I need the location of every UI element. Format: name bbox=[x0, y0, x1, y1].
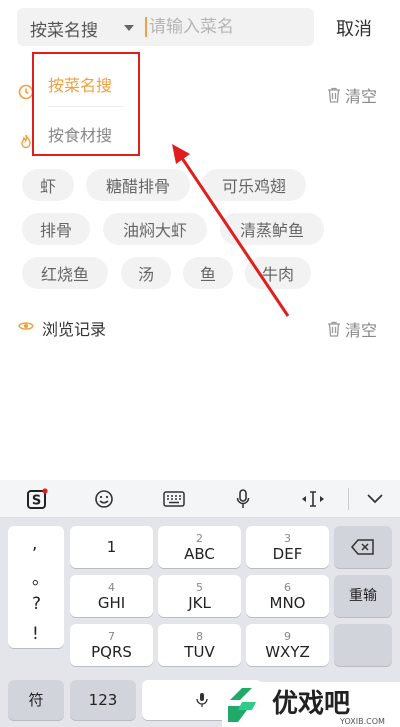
hot-tag[interactable]: 油焖大虾 bbox=[103, 213, 207, 245]
watermark-logo: 优戏吧 YOXIB.COM bbox=[222, 682, 400, 727]
dropdown-item-ingredient[interactable]: 按食材搜 bbox=[48, 122, 112, 146]
reenter-button[interactable]: 重输 bbox=[334, 575, 392, 617]
punctuation-column[interactable]: , 。 ? ! bbox=[8, 526, 64, 648]
hot-tag[interactable]: 鱼 bbox=[183, 257, 233, 289]
key-label: WXYZ bbox=[265, 642, 310, 661]
reenter-label: 重输 bbox=[349, 588, 377, 604]
history-clear-button[interactable]: 清空 bbox=[327, 83, 377, 107]
key-number: 2 bbox=[196, 531, 203, 545]
divider bbox=[48, 106, 124, 107]
key-wxyz[interactable]: 9 WXYZ bbox=[246, 624, 329, 666]
history-clear-label: 清空 bbox=[345, 87, 378, 106]
key-number: 7 bbox=[108, 629, 115, 643]
key-number: 6 bbox=[284, 580, 291, 594]
search-mode-select[interactable]: 按菜名搜 bbox=[30, 16, 98, 41]
punct-key[interactable]: ! bbox=[32, 624, 39, 644]
backspace-button[interactable] bbox=[334, 526, 392, 568]
hot-tag[interactable]: 清蒸鲈鱼 bbox=[220, 213, 324, 245]
punct-key[interactable]: , bbox=[32, 534, 37, 554]
key-number: 4 bbox=[108, 580, 115, 594]
hot-tag[interactable]: 虾 bbox=[22, 169, 74, 201]
cancel-button[interactable]: 取消 bbox=[336, 15, 372, 41]
divider bbox=[348, 488, 349, 510]
key-pqrs[interactable]: 7 PQRS bbox=[70, 624, 153, 666]
key-ghi[interactable]: 4 GHI bbox=[70, 575, 153, 617]
browse-clear-button[interactable]: 清空 bbox=[327, 317, 377, 341]
key-tuv[interactable]: 8 TUV bbox=[158, 624, 241, 666]
search-box[interactable]: 按菜名搜 bbox=[17, 8, 314, 46]
microphone-icon[interactable] bbox=[233, 488, 253, 510]
key-abc[interactable]: 2 ABC bbox=[158, 526, 241, 568]
eye-icon bbox=[18, 322, 34, 330]
key-number: 3 bbox=[284, 531, 291, 545]
browse-history-title: 浏览记录 bbox=[42, 320, 107, 339]
hot-tag[interactable]: 汤 bbox=[121, 257, 171, 289]
emoji-icon[interactable] bbox=[93, 488, 115, 510]
hot-tag[interactable]: 糖醋排骨 bbox=[86, 169, 190, 201]
key-1[interactable]: 1 bbox=[70, 526, 153, 568]
hot-tag[interactable]: 排骨 bbox=[22, 213, 90, 245]
dropdown-item-dish-name[interactable]: 按菜名搜 bbox=[48, 72, 112, 96]
key-label: GHI bbox=[97, 593, 126, 612]
keyboard-toolbar: S bbox=[0, 480, 400, 518]
key-number: 5 bbox=[196, 580, 203, 594]
key-label: ABC bbox=[184, 544, 215, 563]
hot-tag[interactable]: 红烧鱼 bbox=[22, 257, 108, 289]
key-number: 9 bbox=[284, 629, 291, 643]
key-mno[interactable]: 6 MNO bbox=[246, 575, 329, 617]
key-label: TUV bbox=[184, 642, 215, 661]
trash-icon bbox=[328, 87, 340, 103]
key-label: 1 bbox=[106, 538, 117, 556]
watermark-url: YOXIB.COM bbox=[339, 717, 385, 726]
keyboard-layout-icon[interactable] bbox=[162, 488, 186, 510]
trash-icon bbox=[328, 321, 340, 337]
key-label: JKL bbox=[188, 593, 211, 612]
caret-down-icon[interactable] bbox=[124, 25, 134, 31]
hot-tag[interactable]: 牛肉 bbox=[245, 257, 311, 289]
microphone-icon bbox=[196, 693, 208, 707]
symbol-label: 符 bbox=[28, 691, 44, 709]
text-cursor bbox=[145, 17, 147, 37]
search-header: 按菜名搜 取消 bbox=[0, 0, 400, 56]
cursor-move-icon[interactable] bbox=[300, 488, 326, 510]
watermark-brand: 优戏吧 bbox=[272, 689, 350, 719]
key-blank[interactable] bbox=[334, 624, 392, 666]
key-jkl[interactable]: 5 JKL bbox=[158, 575, 241, 617]
punct-key[interactable]: ? bbox=[32, 594, 41, 614]
number-mode-button[interactable]: 123 bbox=[70, 680, 136, 720]
search-input[interactable] bbox=[149, 12, 309, 42]
chevron-down-icon[interactable] bbox=[366, 488, 384, 510]
key-def[interactable]: 3 DEF bbox=[246, 526, 329, 568]
key-number: 8 bbox=[196, 629, 203, 643]
svg-text:S: S bbox=[32, 494, 41, 509]
hot-tag[interactable]: 可乐鸡翅 bbox=[202, 169, 306, 201]
backspace-icon bbox=[351, 539, 374, 555]
punct-key[interactable]: 。 bbox=[32, 564, 49, 589]
key-label: PQRS bbox=[91, 642, 132, 661]
browse-clear-label: 清空 bbox=[345, 321, 378, 340]
symbol-button[interactable]: 符 bbox=[8, 680, 64, 720]
key-label: DEF bbox=[272, 544, 303, 563]
search-mode-dropdown: 按菜名搜 按食材搜 bbox=[32, 52, 140, 156]
sogou-logo-icon[interactable]: S bbox=[26, 488, 48, 510]
number-mode-label: 123 bbox=[88, 691, 118, 709]
key-label: MNO bbox=[269, 593, 306, 612]
